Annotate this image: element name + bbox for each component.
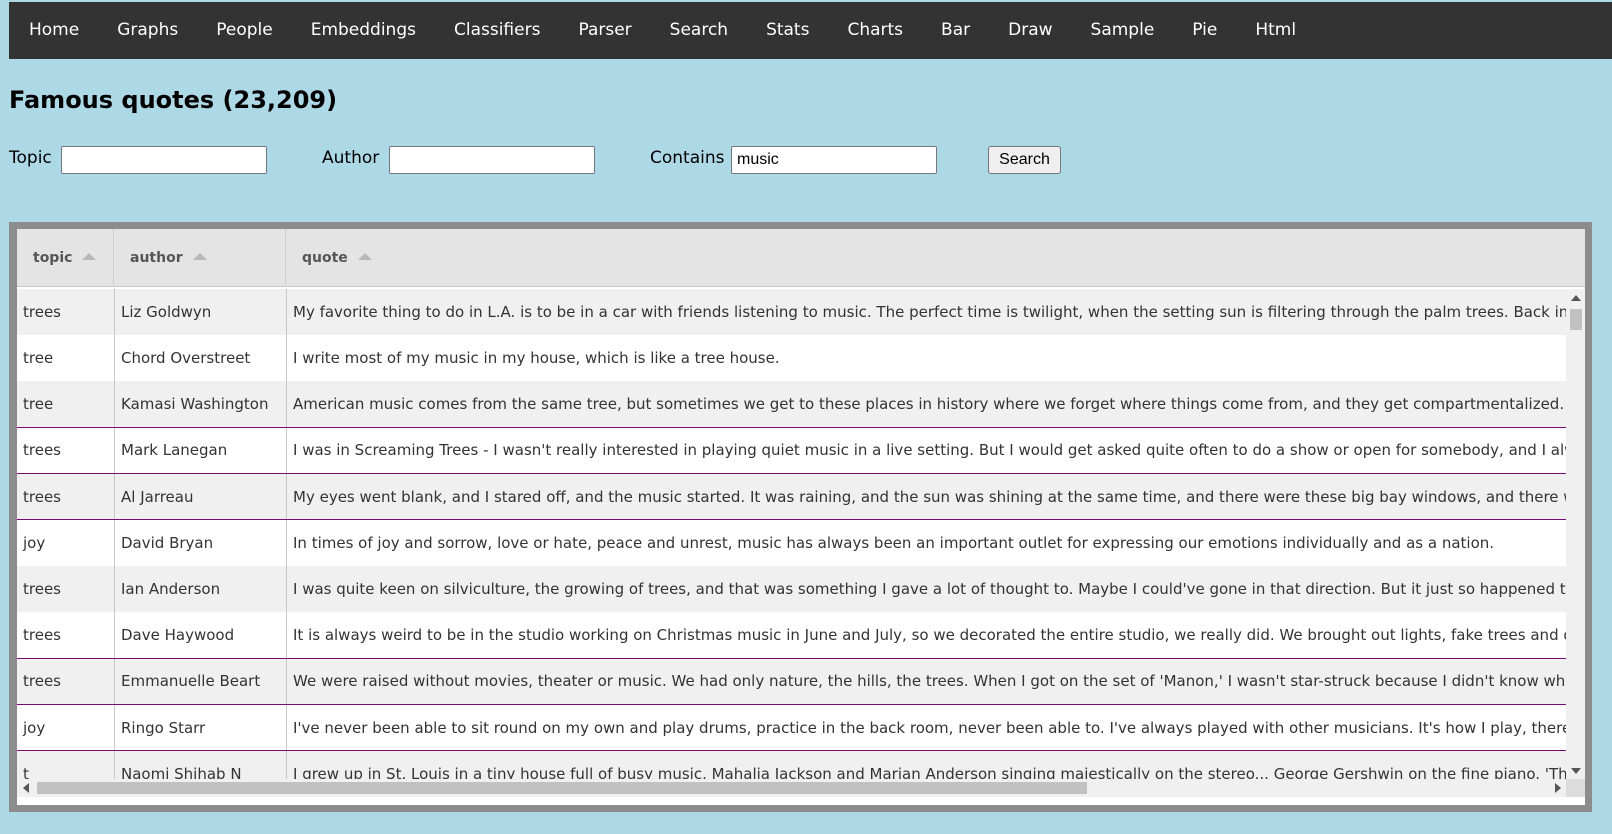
column-header-quote[interactable]: quote: [286, 229, 1585, 287]
cell-topic: joy: [23, 718, 46, 737]
column-header-label: topic: [33, 250, 73, 266]
scroll-down-icon[interactable]: [1566, 762, 1585, 779]
table-row[interactable]: trees Liz Goldwyn My favorite thing to do …: [17, 289, 1566, 337]
cell-author: Al Jarreau: [114, 473, 286, 520]
cell-topic: trees: [23, 579, 61, 598]
quotes-grid: topic author quote trees Liz Goldwyn My fa…: [17, 229, 1585, 805]
nav-draw[interactable]: Draw: [989, 2, 1071, 59]
table-row[interactable]: tree Kamasi Washington American music come…: [17, 381, 1566, 429]
cell-topic: tree: [23, 395, 54, 414]
nav-pie[interactable]: Pie: [1173, 2, 1236, 59]
cell-topic: trees: [23, 302, 61, 321]
sort-arrow-icon[interactable]: [82, 252, 97, 260]
nav-sample[interactable]: Sample: [1072, 2, 1174, 59]
nav-home[interactable]: Home: [9, 2, 98, 59]
nav-stats[interactable]: Stats: [747, 2, 828, 59]
cell-quote: I was in Screaming Trees - I wasn't real…: [286, 427, 1566, 474]
nav-graphs[interactable]: Graphs: [98, 2, 197, 59]
cell-quote: American music comes from the same tree,…: [286, 381, 1566, 427]
cell-topic: trees: [23, 672, 61, 691]
column-header-label: author: [130, 250, 183, 266]
nav-parser[interactable]: Parser: [559, 2, 650, 59]
nav-search[interactable]: Search: [651, 2, 747, 59]
column-header-topic[interactable]: topic: [17, 229, 114, 287]
contains-input[interactable]: [731, 146, 937, 174]
nav-classifiers[interactable]: Classifiers: [435, 2, 559, 59]
cell-quote: My eyes went blank, and I stared off, an…: [286, 473, 1566, 520]
cell-quote: I write most of my music in my house, wh…: [286, 335, 1566, 381]
cell-author: Dave Haywood: [114, 612, 286, 658]
cell-author: Mark Lanegan: [114, 427, 286, 474]
vertical-scrollbar[interactable]: [1566, 289, 1585, 779]
scroll-up-icon[interactable]: [1566, 289, 1585, 306]
sort-arrow-icon[interactable]: [192, 252, 207, 260]
cell-author: Liz Goldwyn: [114, 289, 286, 335]
vertical-scroll-thumb[interactable]: [1570, 309, 1582, 330]
top-navbar: Home Graphs People Embeddings Classifier…: [9, 2, 1612, 59]
cell-quote: I grew up in St. Louis in a tiny house f…: [286, 751, 1566, 779]
scroll-right-icon[interactable]: [1549, 779, 1566, 797]
cell-topic: t: [23, 764, 29, 779]
table-row[interactable]: joy Ringo Starr I've never been able to si…: [17, 704, 1566, 753]
cell-topic: joy: [23, 533, 46, 552]
table-row[interactable]: trees Ian Anderson I was quite keen on sil…: [17, 566, 1566, 614]
cell-quote: It is always weird to be in the studio w…: [286, 612, 1566, 658]
table-row[interactable]: trees Mark Lanegan I was in Screaming Tree…: [17, 427, 1566, 476]
topic-label: Topic: [9, 148, 52, 168]
author-label: Author: [322, 148, 380, 168]
search-form: Topic Author Contains Search: [0, 143, 1612, 174]
nav-charts[interactable]: Charts: [828, 2, 922, 59]
topic-input[interactable]: [61, 146, 267, 174]
scrollbar-corner: [1566, 779, 1585, 797]
contains-label: Contains: [650, 148, 725, 168]
table-row[interactable]: tree Chord Overstreet I write most of my m…: [17, 335, 1566, 383]
grid-body: trees Liz Goldwyn My favorite thing to do …: [17, 289, 1566, 779]
scroll-left-icon[interactable]: [17, 779, 34, 797]
nav-bar[interactable]: Bar: [922, 2, 989, 59]
page-title: Famous quotes (23,209): [9, 86, 338, 114]
cell-quote: My favorite thing to do in L.A. is to be…: [286, 289, 1566, 335]
cell-quote: We were raised without movies, theater o…: [286, 658, 1566, 705]
nav-people[interactable]: People: [197, 2, 291, 59]
cell-author: Ringo Starr: [114, 704, 286, 751]
horizontal-scroll-thumb[interactable]: [37, 782, 1087, 794]
author-input[interactable]: [389, 146, 595, 174]
table-row[interactable]: t Naomi Shihab NI grew up in St. Louis in…: [17, 751, 1566, 779]
nav-html[interactable]: Html: [1236, 2, 1315, 59]
search-button[interactable]: Search: [988, 146, 1061, 174]
quotes-grid-frame: topic author quote trees Liz Goldwyn My fa…: [9, 222, 1592, 812]
cell-topic: trees: [23, 626, 61, 645]
cell-quote: I've never been able to sit round on my …: [286, 704, 1566, 751]
cell-quote: I was quite keen on silviculture, the gr…: [286, 566, 1566, 612]
nav-embeddings[interactable]: Embeddings: [292, 2, 435, 59]
cell-topic: trees: [23, 487, 61, 506]
cell-topic: tree: [23, 348, 54, 367]
horizontal-scrollbar[interactable]: [17, 779, 1566, 797]
column-header-author[interactable]: author: [114, 229, 286, 287]
cell-topic: trees: [23, 441, 61, 460]
cell-author: Kamasi Washington: [114, 381, 286, 427]
cell-author: David Bryan: [114, 520, 286, 566]
grid-header: topic author quote: [17, 229, 1585, 287]
table-row[interactable]: joy David Bryan In times of joy and sorrow…: [17, 520, 1566, 568]
cell-author: Emmanuelle Beart: [114, 658, 286, 705]
cell-author: Naomi Shihab N: [114, 751, 286, 779]
sort-arrow-icon[interactable]: [357, 252, 372, 260]
cell-author: Chord Overstreet: [114, 335, 286, 381]
table-row[interactable]: trees Dave Haywood It is always weird to b…: [17, 612, 1566, 660]
cell-author: Ian Anderson: [114, 566, 286, 612]
column-header-label: quote: [302, 250, 348, 266]
table-row[interactable]: trees Emmanuelle Beart We were raised with…: [17, 658, 1566, 707]
cell-quote: In times of joy and sorrow, love or hate…: [286, 520, 1566, 566]
table-row[interactable]: trees Al Jarreau My eyes went blank, and I…: [17, 473, 1566, 522]
